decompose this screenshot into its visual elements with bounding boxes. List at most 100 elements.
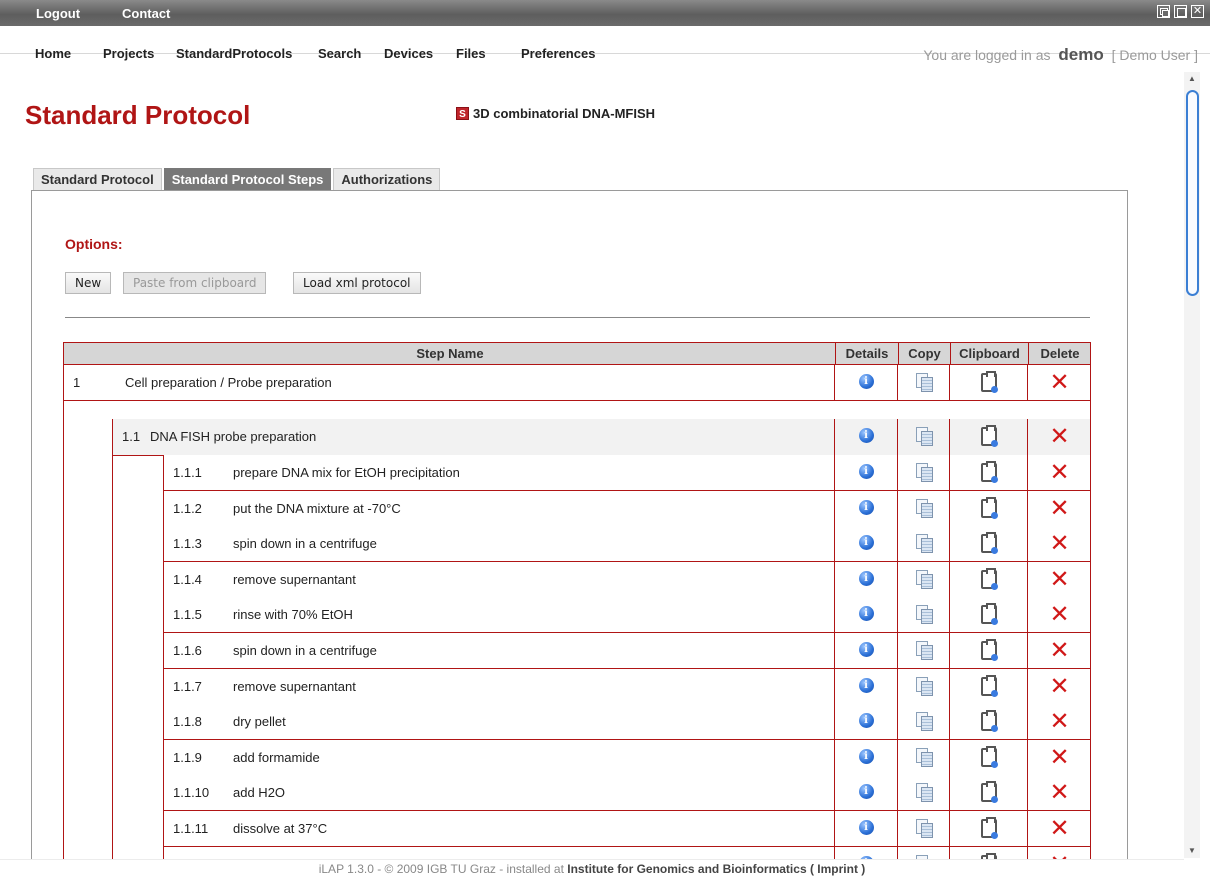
step-name[interactable]: dissolve at 37°C bbox=[233, 821, 327, 836]
delete-x-icon[interactable]: ✕ bbox=[1050, 816, 1070, 840]
copy-icon[interactable] bbox=[916, 605, 933, 624]
info-icon[interactable]: i bbox=[858, 464, 874, 479]
scroll-down-icon[interactable]: ▼ bbox=[1184, 844, 1200, 858]
clip-cell bbox=[949, 491, 1027, 526]
nav-search[interactable]: Search bbox=[318, 46, 361, 61]
nav-projects[interactable]: Projects bbox=[103, 46, 154, 61]
table-row: 1.1.11 dissolve at 37°C i ✕ bbox=[163, 811, 1091, 847]
del-cell: ✕ bbox=[1027, 365, 1090, 400]
delete-x-icon[interactable]: ✕ bbox=[1050, 780, 1070, 804]
step-name[interactable]: add formamide bbox=[233, 750, 320, 765]
step-name[interactable]: Cell preparation / Probe preparation bbox=[125, 375, 332, 390]
step-name[interactable]: dry pellet bbox=[233, 714, 286, 729]
main-nav: Home Projects StandardProtocols Search D… bbox=[0, 26, 1210, 64]
step-name[interactable]: add H2O bbox=[233, 785, 285, 800]
details-cell: i bbox=[834, 704, 897, 739]
copy-icon[interactable] bbox=[916, 641, 933, 660]
info-icon[interactable]: i bbox=[858, 571, 874, 586]
window-controls: ✕ bbox=[1157, 5, 1204, 18]
vertical-scrollbar[interactable]: ▲ ▼ bbox=[1184, 72, 1200, 858]
clipboard-icon[interactable] bbox=[981, 639, 998, 661]
step-name[interactable]: spin down in a centrifuge bbox=[233, 536, 377, 551]
copy-icon[interactable] bbox=[916, 748, 933, 767]
scroll-thumb[interactable] bbox=[1186, 90, 1199, 296]
tab-standard-protocol-steps[interactable]: Standard Protocol Steps bbox=[163, 168, 332, 190]
info-icon[interactable]: i bbox=[858, 784, 874, 799]
del-cell: ✕ bbox=[1027, 633, 1090, 668]
delete-x-icon[interactable]: ✕ bbox=[1050, 709, 1070, 733]
nav-files[interactable]: Files bbox=[456, 46, 486, 61]
clipboard-icon[interactable] bbox=[981, 371, 998, 393]
copy-icon[interactable] bbox=[916, 570, 933, 589]
header-delete: Delete bbox=[1028, 343, 1091, 364]
copy-icon[interactable] bbox=[916, 712, 933, 731]
nav-devices[interactable]: Devices bbox=[384, 46, 433, 61]
info-icon[interactable]: i bbox=[858, 374, 874, 389]
footer-institute-link[interactable]: Institute for Genomics and Bioinformatic… bbox=[567, 862, 865, 876]
restore-icon[interactable] bbox=[1157, 5, 1170, 18]
step-name[interactable]: rinse with 70% EtOH bbox=[233, 607, 353, 622]
clipboard-icon[interactable] bbox=[981, 568, 998, 590]
tab-standard-protocol[interactable]: Standard Protocol bbox=[33, 168, 162, 190]
step-name[interactable]: remove supernantant bbox=[233, 572, 356, 587]
copy-icon[interactable] bbox=[916, 819, 933, 838]
del-cell: ✕ bbox=[1027, 455, 1090, 490]
clipboard-icon[interactable] bbox=[981, 425, 998, 447]
del-cell: ✕ bbox=[1027, 597, 1090, 632]
scroll-up-icon[interactable]: ▲ bbox=[1184, 72, 1200, 86]
clipboard-icon[interactable] bbox=[981, 817, 998, 839]
delete-x-icon[interactable]: ✕ bbox=[1050, 745, 1070, 769]
info-icon[interactable]: i bbox=[858, 749, 874, 764]
delete-x-icon[interactable]: ✕ bbox=[1050, 602, 1070, 626]
copy-icon[interactable] bbox=[916, 534, 933, 553]
info-icon[interactable]: i bbox=[858, 606, 874, 621]
info-icon[interactable]: i bbox=[858, 500, 874, 515]
contact-link[interactable]: Contact bbox=[122, 6, 170, 21]
delete-x-icon[interactable]: ✕ bbox=[1050, 531, 1070, 555]
nav-preferences[interactable]: Preferences bbox=[521, 46, 595, 61]
divider bbox=[65, 317, 1090, 318]
delete-x-icon[interactable]: ✕ bbox=[1050, 370, 1070, 394]
info-icon[interactable]: i bbox=[858, 713, 874, 728]
delete-x-icon[interactable]: ✕ bbox=[1050, 674, 1070, 698]
tab-authorizations[interactable]: Authorizations bbox=[333, 168, 441, 190]
copy-icon[interactable] bbox=[916, 677, 933, 696]
new-button[interactable]: New bbox=[65, 272, 112, 294]
delete-x-icon[interactable]: ✕ bbox=[1050, 424, 1070, 448]
table-row: 1.1.6 spin down in a centrifuge i ✕ bbox=[163, 633, 1091, 669]
delete-x-icon[interactable]: ✕ bbox=[1050, 460, 1070, 484]
clipboard-icon[interactable] bbox=[981, 675, 998, 697]
maximize-icon[interactable] bbox=[1174, 5, 1187, 18]
info-icon[interactable]: i bbox=[858, 820, 874, 835]
step-name[interactable]: prepare DNA mix for EtOH precipitation bbox=[233, 465, 460, 480]
copy-icon[interactable] bbox=[916, 427, 933, 446]
info-icon[interactable]: i bbox=[858, 535, 874, 550]
clipboard-icon[interactable] bbox=[981, 532, 998, 554]
close-icon[interactable]: ✕ bbox=[1191, 5, 1204, 18]
clipboard-icon[interactable] bbox=[981, 461, 998, 483]
info-icon[interactable]: i bbox=[858, 642, 874, 657]
nav-home[interactable]: Home bbox=[35, 46, 71, 61]
nav-standardprotocols[interactable]: StandardProtocols bbox=[176, 46, 292, 61]
step-name[interactable]: DNA FISH probe preparation bbox=[150, 429, 316, 444]
clipboard-icon[interactable] bbox=[981, 603, 998, 625]
step-name[interactable]: spin down in a centrifuge bbox=[233, 643, 377, 658]
info-icon[interactable]: i bbox=[858, 678, 874, 693]
clipboard-icon[interactable] bbox=[981, 710, 998, 732]
step-name[interactable]: put the DNA mixture at -70°C bbox=[233, 501, 401, 516]
info-icon[interactable]: i bbox=[858, 428, 874, 443]
step-name[interactable]: remove supernantant bbox=[233, 679, 356, 694]
delete-x-icon[interactable]: ✕ bbox=[1050, 496, 1070, 520]
copy-icon[interactable] bbox=[916, 783, 933, 802]
clipboard-icon[interactable] bbox=[981, 781, 998, 803]
delete-x-icon[interactable]: ✕ bbox=[1050, 567, 1070, 591]
paste-from-clipboard-button[interactable]: Paste from clipboard bbox=[123, 272, 267, 294]
logout-link[interactable]: Logout bbox=[36, 6, 80, 21]
clipboard-icon[interactable] bbox=[981, 497, 998, 519]
copy-icon[interactable] bbox=[916, 463, 933, 482]
clipboard-icon[interactable] bbox=[981, 746, 998, 768]
copy-icon[interactable] bbox=[916, 373, 933, 392]
copy-icon[interactable] bbox=[916, 499, 933, 518]
load-xml-protocol-button[interactable]: Load xml protocol bbox=[293, 272, 421, 294]
delete-x-icon[interactable]: ✕ bbox=[1050, 638, 1070, 662]
